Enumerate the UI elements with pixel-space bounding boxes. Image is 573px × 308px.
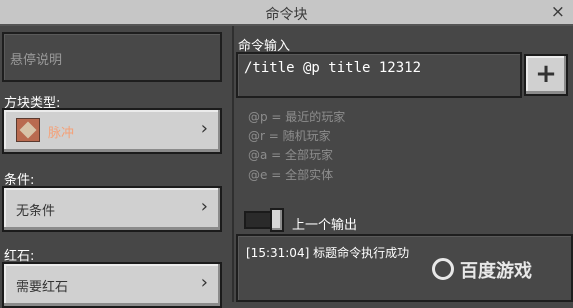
block-type-value: 脉冲 <box>48 126 75 141</box>
previous-output-toggle[interactable] <box>244 208 286 232</box>
baidu-games-logo-icon <box>432 258 454 280</box>
chevron-right-icon: › <box>200 272 208 293</box>
condition-value: 无条件 <box>16 204 56 219</box>
condition-button[interactable]: 无条件 › <box>2 186 222 232</box>
window-title: 命令块 <box>265 7 308 23</box>
title-bar: 命令块 × <box>0 0 573 26</box>
close-icon[interactable]: × <box>551 2 565 22</box>
command-input[interactable]: /title @p title 12312 <box>236 52 522 98</box>
previous-output-label: 上一个输出 <box>292 218 358 233</box>
previous-output-text: [15:31:04] 标题命令执行成功 <box>246 246 410 260</box>
hint-all-entities: @e = 全部实体 <box>248 168 334 182</box>
hint-nearest-player: @p = 最近的玩家 <box>248 110 346 124</box>
hover-note-input[interactable]: 悬停说明 <box>2 32 222 82</box>
watermark-text: 百度游戏 <box>460 261 532 282</box>
chevron-right-icon: › <box>200 118 208 139</box>
block-type-button[interactable]: 脉冲 › <box>2 108 222 154</box>
hint-random-player: @r = 随机玩家 <box>248 129 331 143</box>
command-input-value: /title @p title 12312 <box>244 60 422 76</box>
redstone-button[interactable]: 需要红石 › <box>2 262 222 308</box>
hint-all-players: @a = 全部玩家 <box>248 148 334 162</box>
watermark: 百度游戏 <box>432 256 572 286</box>
add-command-button[interactable]: + <box>524 54 568 96</box>
redstone-value: 需要红石 <box>16 280 69 295</box>
hover-note-placeholder: 悬停说明 <box>10 53 63 68</box>
panel-divider <box>232 26 234 302</box>
chevron-right-icon: › <box>200 196 208 217</box>
pulse-block-icon <box>16 118 40 142</box>
